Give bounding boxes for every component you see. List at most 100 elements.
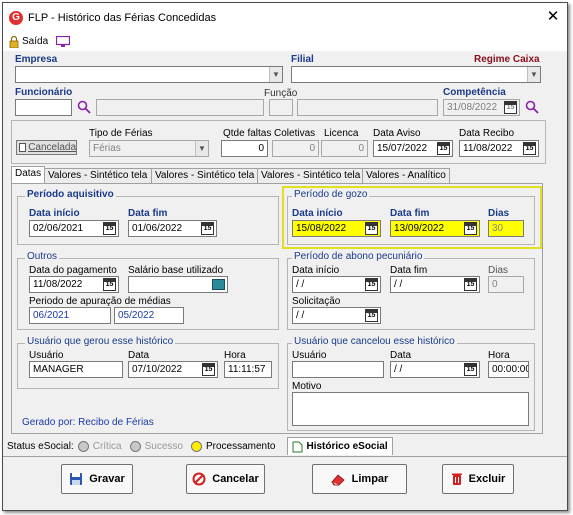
coletivas-label: Coletivas bbox=[274, 128, 316, 139]
tab-valores-sintetico-3[interactable]: Valores - Sintético tela 3 bbox=[257, 168, 373, 184]
processamento-radio[interactable] bbox=[190, 440, 202, 452]
solicitacao-value: / / bbox=[296, 310, 305, 321]
calendar-icon[interactable]: 15 bbox=[201, 222, 214, 235]
title-bar: G FLP - Histórico das Férias Concedidas … bbox=[3, 3, 567, 33]
data-recibo-input[interactable]: 11/08/2022 15 bbox=[459, 140, 539, 157]
calendar-icon[interactable]: 15 bbox=[365, 309, 378, 322]
funcionario-code-input[interactable] bbox=[15, 99, 72, 116]
empresa-select[interactable]: ▼ bbox=[15, 66, 283, 83]
regime-caixa-label: Regime Caixa bbox=[474, 54, 540, 65]
cancelou-title: Usuário que cancelou esse histórico bbox=[292, 336, 457, 347]
exit-label: Saída bbox=[22, 36, 49, 47]
tab-valores-analitico[interactable]: Valores - Analítico bbox=[362, 168, 450, 184]
divider bbox=[3, 456, 567, 457]
gozo-inicio-label: Data início bbox=[292, 208, 343, 219]
calendar-icon[interactable]: 15 bbox=[103, 278, 116, 291]
aquisitivo-fim-value: 01/06/2022 bbox=[132, 223, 183, 234]
excluir-button[interactable]: Excluir bbox=[442, 464, 514, 494]
calendar-icon[interactable]: 15 bbox=[365, 278, 378, 291]
calendar-icon[interactable]: 15 bbox=[523, 142, 536, 155]
tab-valores-sintetico-1[interactable]: Valores - Sintético tela 1 bbox=[44, 168, 160, 184]
calendar-icon[interactable]: 15 bbox=[504, 101, 517, 114]
search-icon[interactable] bbox=[77, 100, 91, 117]
calendar-icon[interactable]: 15 bbox=[103, 222, 116, 235]
solicitacao-label: Solicitação bbox=[292, 296, 341, 307]
abono-fim-label: Data fim bbox=[390, 265, 428, 276]
monitor-icon[interactable] bbox=[55, 35, 71, 50]
tipo-ferias-select[interactable]: Férias ▼ bbox=[89, 140, 209, 157]
cancelada-checkbox[interactable]: Cancelada bbox=[16, 140, 77, 155]
calendar-icon[interactable]: 15 bbox=[437, 142, 450, 155]
cancelou-hora-label: Hora bbox=[488, 350, 510, 361]
data-recibo-label: Data Recibo bbox=[459, 128, 515, 139]
abono-dias-label: Dias bbox=[488, 265, 509, 276]
status-esocial-label: Status eSocial: bbox=[7, 440, 74, 452]
cancelou-data-value: / / bbox=[394, 364, 403, 375]
sucesso-radio[interactable] bbox=[129, 440, 141, 452]
cancelou-usuario-field bbox=[292, 361, 384, 378]
competencia-value: 31/08/2022 bbox=[447, 102, 498, 113]
calendar-icon[interactable]: 15 bbox=[464, 363, 477, 376]
calculator-icon[interactable] bbox=[212, 279, 225, 290]
competencia-label: Competência bbox=[443, 87, 506, 98]
cancelou-hora-field: 00:00:00 bbox=[488, 361, 529, 378]
gravar-button[interactable]: Gravar bbox=[61, 464, 133, 494]
gozo-inicio-input[interactable]: 15/08/2022 15 bbox=[292, 220, 381, 237]
tipo-ferias-label: Tipo de Férias bbox=[89, 128, 153, 139]
apuracao-fim-input[interactable]: 05/2022 bbox=[114, 307, 184, 324]
funcao-name-field bbox=[297, 99, 438, 116]
filial-select[interactable]: ▼ bbox=[291, 66, 541, 83]
close-button[interactable]: ✕ bbox=[543, 7, 563, 27]
gerou-data-value: 07/10/2022 bbox=[132, 364, 183, 375]
empresa-label: Empresa bbox=[15, 54, 58, 65]
tab-datas[interactable]: Datas bbox=[11, 166, 46, 184]
calendar-icon[interactable]: 15 bbox=[365, 222, 378, 235]
coletivas-field: 0 bbox=[272, 140, 319, 157]
periodo-gozo-title: Período de gozo bbox=[292, 189, 370, 200]
calendar-icon[interactable]: 15 bbox=[464, 278, 477, 291]
dialog-window: G FLP - Histórico das Férias Concedidas … bbox=[2, 2, 568, 511]
cancelar-button[interactable]: Cancelar bbox=[186, 464, 265, 494]
chevron-down-icon[interactable]: ▼ bbox=[527, 67, 540, 82]
cancel-icon bbox=[192, 472, 206, 486]
pagamento-label: Data do pagamento bbox=[29, 265, 117, 276]
checkbox-box[interactable] bbox=[19, 143, 27, 152]
calendar-icon[interactable]: 15 bbox=[464, 222, 477, 235]
gozo-fim-input[interactable]: 13/09/2022 15 bbox=[390, 220, 480, 237]
motivo-textarea[interactable] bbox=[292, 392, 529, 426]
aquisitivo-fim-input[interactable]: 01/06/2022 15 bbox=[128, 220, 217, 237]
calendar-icon[interactable]: 15 bbox=[202, 363, 215, 376]
salario-input[interactable] bbox=[128, 276, 228, 293]
gozo-fim-value: 13/09/2022 bbox=[394, 223, 445, 234]
aquisitivo-fim-label: Data fim bbox=[128, 208, 168, 219]
tab-historico-esocial[interactable]: Histórico eSocial bbox=[287, 437, 393, 455]
chevron-down-icon[interactable]: ▼ bbox=[195, 141, 208, 156]
apuracao-inicio-input[interactable]: 06/2021 bbox=[29, 307, 111, 324]
document-icon bbox=[292, 441, 303, 452]
gerou-hora-label: Hora bbox=[224, 350, 246, 361]
aquisitivo-inicio-input[interactable]: 02/06/2021 15 bbox=[29, 220, 119, 237]
gerou-data-field: 07/10/2022 15 bbox=[128, 361, 218, 378]
solicitacao-input[interactable]: / / 15 bbox=[292, 307, 381, 324]
funcionario-name-field bbox=[96, 99, 264, 116]
tab-valores-sintetico-2[interactable]: Valores - Sintético tela 2 bbox=[151, 168, 267, 184]
limpar-label: Limpar bbox=[351, 473, 389, 485]
cancelou-usuario-label: Usuário bbox=[292, 350, 327, 361]
search-icon[interactable] bbox=[525, 100, 539, 117]
exit-button[interactable]: Saída bbox=[9, 34, 48, 49]
chevron-down-icon[interactable]: ▼ bbox=[269, 67, 282, 82]
qtde-faltas-input[interactable]: 0 bbox=[221, 140, 268, 157]
critica-radio[interactable] bbox=[77, 440, 89, 452]
padlock-icon bbox=[9, 35, 19, 48]
qtde-faltas-label: Qtde faltas bbox=[223, 128, 272, 139]
abono-fim-input[interactable]: / / 15 bbox=[390, 276, 480, 293]
pagamento-input[interactable]: 11/08/2022 15 bbox=[29, 276, 119, 293]
limpar-button[interactable]: Limpar bbox=[312, 464, 407, 494]
gozo-fim-label: Data fim bbox=[390, 208, 430, 219]
funcao-label: Função bbox=[264, 88, 298, 99]
aquisitivo-inicio-label: Data início bbox=[29, 208, 80, 219]
abono-inicio-input[interactable]: / / 15 bbox=[292, 276, 381, 293]
gerou-hora-field: 11:11:57 bbox=[224, 361, 272, 378]
aquisitivo-inicio-value: 02/06/2021 bbox=[33, 223, 84, 234]
data-aviso-input[interactable]: 15/07/2022 15 bbox=[373, 140, 453, 157]
